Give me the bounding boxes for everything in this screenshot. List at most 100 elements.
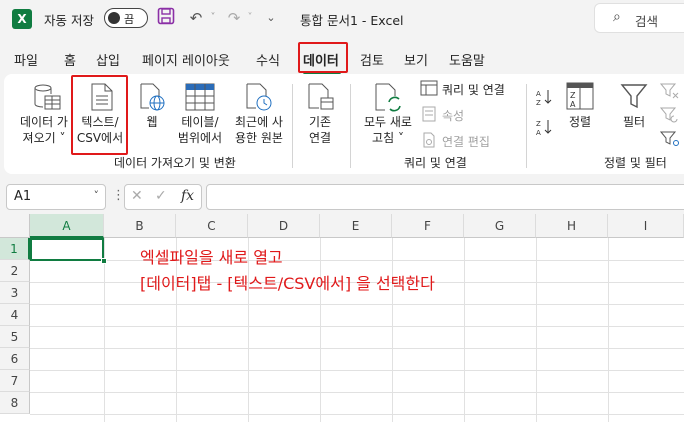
group-label-get-transform: 데이터 가져오기 및 변환: [114, 156, 236, 170]
tab-review[interactable]: 검토: [360, 50, 384, 69]
tab-home[interactable]: 홈: [64, 50, 76, 69]
insert-function-icon[interactable]: fx: [181, 188, 194, 204]
get-data-label-1: 데이터 가: [20, 115, 68, 129]
sort-ascending-icon[interactable]: AZ: [536, 88, 554, 110]
grid-line: [536, 238, 537, 422]
tab-insert[interactable]: 삽입: [96, 50, 120, 69]
grid-line: [320, 238, 321, 422]
clear-filter-icon[interactable]: [659, 82, 680, 104]
grid-line: [104, 238, 105, 422]
row-header-2[interactable]: 2: [0, 260, 30, 282]
name-box[interactable]: A1 ˅: [6, 184, 106, 210]
edit-links-button[interactable]: 연결 편집: [442, 133, 490, 150]
advanced-filter-icon[interactable]: [659, 130, 680, 152]
properties-button[interactable]: 속성: [442, 107, 464, 124]
row-header-4[interactable]: 4: [0, 304, 30, 326]
column-header-d[interactable]: D: [248, 214, 320, 238]
row-header-8[interactable]: 8: [0, 392, 30, 414]
refresh-all-button[interactable]: 모두 새로 고침 ˅: [358, 114, 418, 146]
formula-input[interactable]: [206, 184, 684, 210]
table-range-label-2: 범위에서: [177, 131, 223, 145]
sort-descending-icon[interactable]: ZA: [536, 118, 554, 140]
column-header-f[interactable]: F: [392, 214, 464, 238]
table-range-icon: [185, 82, 215, 116]
reapply-filter-icon[interactable]: [659, 106, 680, 128]
customize-toolbar-icon[interactable]: ⌄: [264, 7, 278, 29]
tab-help[interactable]: 도움말: [449, 50, 485, 69]
row-header-5[interactable]: 5: [0, 326, 30, 348]
svg-text:Z: Z: [536, 120, 541, 128]
column-header-a[interactable]: A: [30, 214, 104, 238]
filter-button[interactable]: 필터: [614, 114, 654, 130]
grid-line: [30, 304, 684, 305]
table-range-button[interactable]: 테이블/ 범위에서: [172, 114, 228, 146]
existing-connections-button[interactable]: 기존 연결: [300, 114, 340, 146]
annotation-line-1: 엑셀파일을 새로 열고: [140, 248, 283, 267]
row-header-6[interactable]: 6: [0, 348, 30, 370]
undo-dropdown-icon[interactable]: ˅: [207, 7, 219, 29]
autosave-label: 자동 저장: [44, 13, 94, 28]
ribbon-separator: [350, 84, 351, 168]
svg-text:A: A: [570, 100, 576, 109]
column-header-i[interactable]: I: [608, 214, 684, 238]
recent-sources-icon: [244, 82, 274, 116]
grid-line: [30, 392, 684, 393]
select-all-corner[interactable]: [0, 214, 30, 238]
refresh-all-icon: [373, 82, 403, 118]
active-cell-a1[interactable]: [30, 238, 104, 261]
excel-logo-icon: X: [12, 9, 32, 29]
column-header-c[interactable]: C: [176, 214, 248, 238]
search-box[interactable]: ⌕ 검색: [594, 3, 684, 33]
recent-sources-button[interactable]: 최근에 사 용한 원본: [230, 114, 288, 146]
column-header-g[interactable]: G: [464, 214, 536, 238]
enter-icon[interactable]: ✓: [155, 188, 167, 204]
row-header-7[interactable]: 7: [0, 370, 30, 392]
redo-icon[interactable]: ↷: [224, 7, 244, 29]
worksheet-grid[interactable]: A B C D E F G H I 1 2 3 4 5 6 7 8 엑셀파일을 …: [0, 214, 684, 422]
svg-text:Z: Z: [570, 91, 576, 100]
save-icon[interactable]: [156, 7, 176, 29]
recent-sources-label-1: 최근에 사: [235, 115, 283, 129]
edit-links-icon: [422, 132, 436, 152]
formula-bar: A1 ˅ ⋮ ✕ ✓ fx: [0, 178, 684, 214]
web-button[interactable]: 웹: [138, 114, 166, 130]
grid-line: [30, 326, 684, 327]
search-icon: ⌕: [613, 9, 621, 25]
web-icon: [138, 82, 166, 116]
sort-button[interactable]: 정렬: [562, 114, 598, 130]
tab-file[interactable]: 파일: [14, 50, 38, 69]
properties-icon: [422, 106, 436, 126]
recent-sources-label-2: 용한 원본: [235, 131, 283, 145]
sort-icon: ZA: [566, 82, 594, 114]
column-header-b[interactable]: B: [104, 214, 176, 238]
column-header-h[interactable]: H: [536, 214, 608, 238]
tab-formulas[interactable]: 수식: [256, 50, 280, 69]
grid-line: [30, 414, 684, 415]
row-header-3[interactable]: 3: [0, 282, 30, 304]
refresh-all-label-1: 모두 새로: [364, 115, 412, 129]
column-header-e[interactable]: E: [320, 214, 392, 238]
queries-connections-button[interactable]: 쿼리 및 연결: [442, 81, 505, 98]
group-label-queries: 쿼리 및 연결: [404, 156, 467, 170]
svg-text:A: A: [536, 129, 541, 136]
tab-page-layout[interactable]: 페이지 레이아웃: [142, 50, 230, 69]
grid-line: [464, 238, 465, 422]
cancel-icon[interactable]: ✕: [131, 188, 143, 204]
get-data-button[interactable]: 데이터 가 져오기 ˅: [14, 114, 74, 146]
document-title: 통합 문서1 - Excel: [300, 13, 404, 28]
search-label: 검색: [635, 14, 659, 29]
existing-connections-label-1: 기존: [308, 115, 332, 129]
redo-dropdown-icon[interactable]: ˅: [244, 7, 256, 29]
toggle-knob: [108, 12, 120, 24]
name-box-value: A1: [14, 189, 32, 204]
tab-view[interactable]: 보기: [404, 50, 428, 69]
svg-text:Z: Z: [536, 99, 541, 106]
undo-icon[interactable]: ↶: [186, 7, 206, 29]
title-bar: X 자동 저장 끔 ↶ ˅ ↷ ˅ ⌄ 통합 문서1 - Excel ⌕ 검색: [0, 0, 684, 38]
autosave-toggle[interactable]: 끔: [104, 8, 148, 28]
row-header-1[interactable]: 1: [0, 238, 30, 260]
chevron-down-icon[interactable]: ˅: [94, 189, 100, 202]
formula-buttons: ✕ ✓ fx: [124, 184, 202, 210]
grid-line: [392, 238, 393, 422]
fill-handle[interactable]: [101, 258, 107, 264]
